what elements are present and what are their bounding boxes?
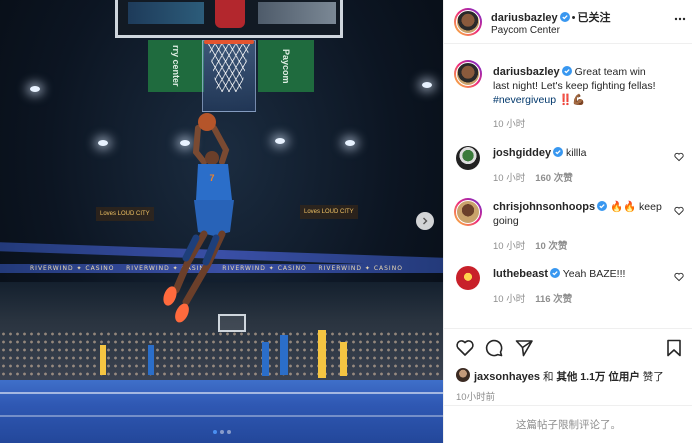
svg-text:7: 7 [209, 173, 214, 183]
post-image[interactable]: rry center Paycom Loves LOUD CITY Loves … [0, 0, 443, 443]
comment-username[interactable]: chrisjohnsonhoops [493, 201, 595, 213]
commenter-avatar[interactable] [456, 146, 480, 170]
following-button[interactable]: 已关注 [578, 12, 611, 24]
comment-text: killla [565, 147, 587, 159]
share-send-icon[interactable] [514, 338, 534, 358]
commenter-avatar[interactable] [454, 198, 482, 226]
comment-username[interactable]: joshgiddey [493, 147, 551, 159]
comment-item: luthebeast Yeah BAZE!!! 10 小时 116 次赞 [444, 258, 692, 310]
verified-badge-icon [561, 66, 572, 76]
liker-username[interactable]: jaxsonhayes [474, 371, 540, 383]
comment-likes[interactable]: 116 次赞 [535, 294, 572, 305]
location-link[interactable]: Paycom Center [491, 25, 560, 36]
comment-likes[interactable]: 10 次赞 [535, 241, 567, 252]
bookmark-icon[interactable] [664, 338, 684, 358]
separator-dot: • [571, 12, 576, 24]
comments-restricted-notice: 这篇帖子限制评论了。 [444, 405, 692, 443]
hashtag-link[interactable]: #nevergiveup [493, 94, 556, 106]
caption-username[interactable]: dariusbazley [493, 66, 560, 78]
next-photo-button[interactable] [416, 212, 434, 230]
comment-likes[interactable]: 160 次赞 [535, 173, 573, 184]
comment-item: chrisjohnsonhoops 🔥🔥 keep going 10 小时 10 … [444, 190, 692, 256]
author-line: dariusbazley • 已关注 [491, 9, 611, 25]
chevron-right-icon [423, 217, 428, 225]
author-avatar[interactable] [454, 8, 482, 36]
verified-badge-icon [559, 12, 570, 22]
heart-outline-icon[interactable] [674, 272, 684, 282]
carousel-indicator [0, 430, 443, 434]
author-avatar[interactable] [454, 60, 482, 88]
comment-time[interactable]: 10 小时 [493, 173, 525, 184]
comment-text: Yeah BAZE!!! [562, 268, 626, 280]
likes-others-link[interactable]: 其他 1.1万 位用户 [556, 371, 639, 383]
carousel-dot [219, 430, 224, 434]
post-side-panel: dariusbazley • 已关注 Paycom Center dariusbaz… [443, 0, 692, 443]
verified-badge-icon [553, 147, 564, 157]
heart-outline-icon[interactable] [674, 152, 684, 162]
carousel-dot [212, 430, 217, 434]
comment-item: joshgiddey killla 10 小时 160 次赞 [444, 136, 692, 188]
heart-outline-icon[interactable] [674, 206, 684, 216]
liker-avatar[interactable] [456, 368, 470, 382]
caption: dariusbazley Great team win last night! … [444, 44, 692, 134]
comment-bubble-icon[interactable] [484, 338, 504, 358]
carousel-dot [226, 430, 231, 434]
dunking-player: 7 [100, 113, 347, 378]
caption-text: dariusbazley Great team win last night! … [493, 65, 663, 107]
comment-time[interactable]: 10 小时 [493, 294, 525, 305]
caption-time[interactable]: 10 小时 [493, 116, 525, 130]
commenter-avatar[interactable] [456, 266, 480, 290]
post-actions [444, 328, 692, 364]
comment-username[interactable]: luthebeast [493, 268, 548, 280]
verified-badge-icon [550, 268, 561, 278]
post-timestamp[interactable]: 10小时前 [456, 389, 495, 403]
basketball [198, 113, 216, 131]
likes-suffix: 赞了 [639, 371, 664, 383]
like-heart-icon[interactable] [455, 338, 475, 358]
author-username[interactable]: dariusbazley [491, 12, 558, 24]
caption-emoji: ‼️💪🏾 [556, 94, 586, 106]
verified-badge-icon [597, 201, 608, 211]
more-options-icon[interactable] [674, 13, 686, 25]
post-header: dariusbazley • 已关注 Paycom Center [444, 0, 692, 44]
comments-section: dariusbazley Great team win last night! … [444, 44, 692, 326]
comment-time[interactable]: 10 小时 [493, 241, 525, 252]
likes-summary: jaxsonhayes 和 其他 1.1万 位用户 赞了 [456, 366, 692, 386]
likes-and: 和 [540, 371, 557, 383]
